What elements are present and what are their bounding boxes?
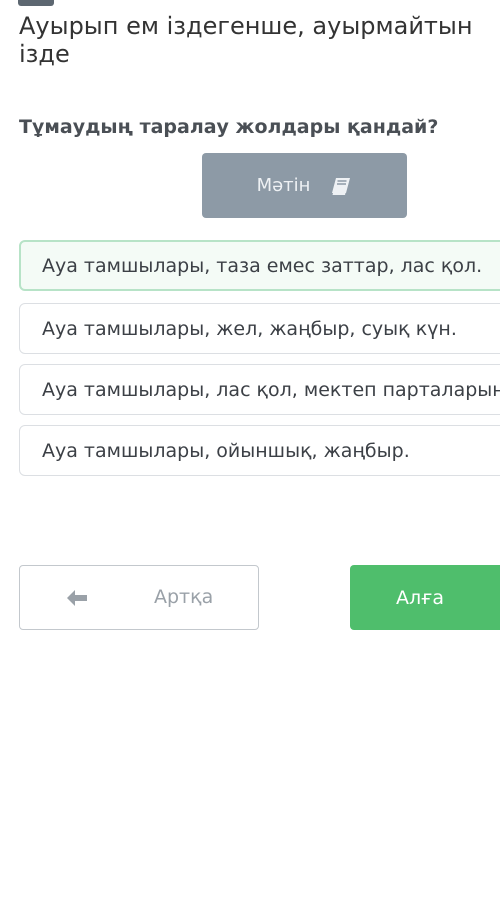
answer-option-2[interactable]: Ауа тамшылары, жел, жаңбыр, суық күн. bbox=[19, 303, 500, 354]
answer-option-1[interactable]: Ауа тамшылары, таза емес заттар, лас қол… bbox=[19, 240, 500, 291]
back-button-label: Артқа bbox=[154, 586, 214, 608]
book-icon bbox=[330, 176, 352, 196]
text-button-label: Мәтін bbox=[256, 175, 311, 196]
page-title: Ауырып ем іздегенше, ауырмайтын ізде bbox=[19, 12, 473, 68]
answer-option-label: Ауа тамшылары, ойыншық, жаңбыр. bbox=[42, 439, 410, 462]
next-button[interactable]: Алға bbox=[350, 565, 500, 630]
back-button[interactable]: Артқа bbox=[19, 565, 259, 630]
answer-option-4[interactable]: Ауа тамшылары, ойыншық, жаңбыр. bbox=[19, 425, 500, 476]
next-button-label: Алға bbox=[396, 586, 445, 609]
answer-option-label: Ауа тамшылары, таза емес заттар, лас қол… bbox=[42, 254, 483, 277]
arrow-left-icon bbox=[64, 586, 90, 615]
text-button[interactable]: Мәтін bbox=[202, 153, 407, 218]
answer-option-label: Ауа тамшылары, жел, жаңбыр, суық күн. bbox=[42, 317, 457, 340]
quiz-page: Ауырып ем іздегенше, ауырмайтын ізде Тұма… bbox=[0, 0, 500, 916]
answer-option-3[interactable]: Ауа тамшылары, лас қол, мектеп парталары… bbox=[19, 364, 500, 415]
answer-option-label: Ауа тамшылары, лас қол, мектеп парталары… bbox=[42, 378, 500, 401]
question-text: Тұмаудың таралау жолдары қандай? bbox=[19, 116, 439, 138]
top-tab-indicator[interactable] bbox=[18, 0, 54, 6]
